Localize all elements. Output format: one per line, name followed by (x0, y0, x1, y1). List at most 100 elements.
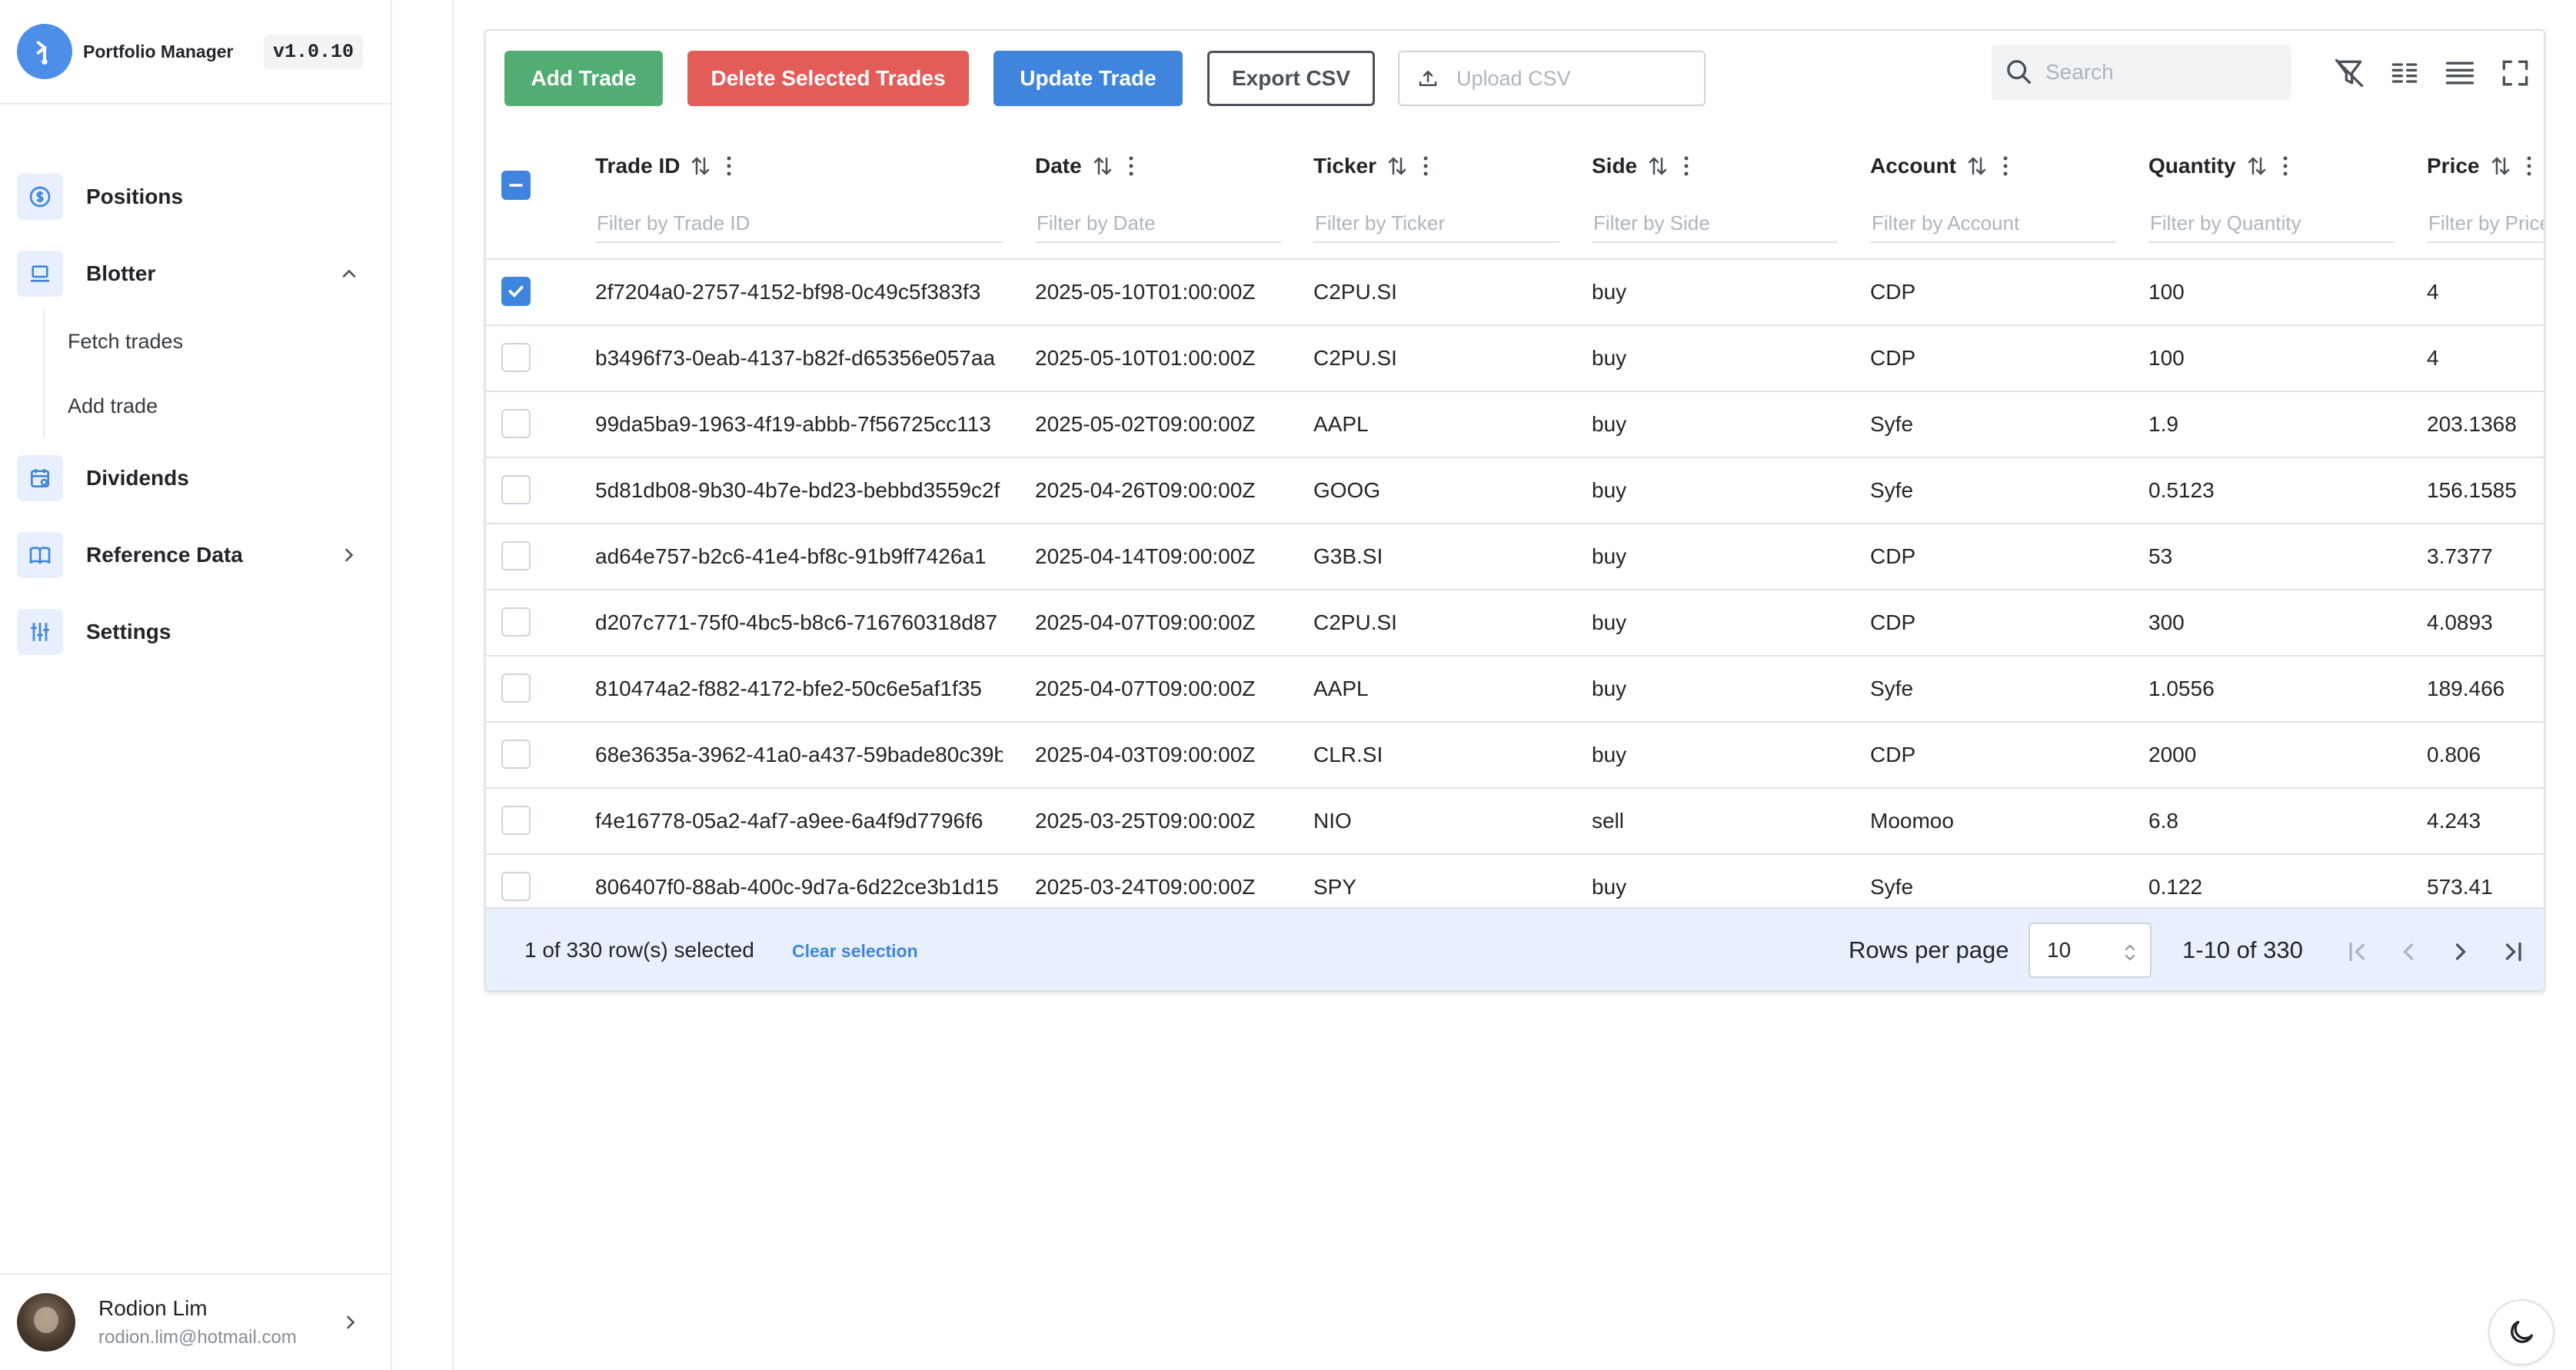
column-title: Quantity (2148, 154, 2236, 178)
chevron-up-down-icon (2125, 944, 2135, 961)
fullscreen-icon[interactable] (2496, 54, 2534, 92)
table-row[interactable]: ad64e757-b2c6-41e4-bf8c-91b9ff7426a1 2025… (486, 524, 2544, 590)
next-page-icon[interactable] (2442, 933, 2479, 970)
sort-icon[interactable] (1091, 155, 1114, 178)
sidebar-subitem-add-trade[interactable]: Add trade (68, 374, 391, 438)
sidebar-item-blotter[interactable]: Blotter (0, 243, 391, 304)
last-page-icon[interactable] (2494, 933, 2531, 970)
cell-date: 2025-05-10T01:00:00Z (1035, 346, 1256, 370)
column-title: Price (2427, 154, 2480, 178)
sort-icon[interactable] (2245, 155, 2268, 178)
filter-side-input[interactable]: Filter by Side (1592, 205, 1838, 243)
cell-account: CDP (1870, 743, 1916, 766)
chevron-up-icon[interactable] (338, 263, 360, 284)
cell-account: Syfe (1870, 478, 1914, 502)
cell-ticker: CLR.SI (1313, 743, 1383, 766)
filter-price-input[interactable]: Filter by Price (2427, 205, 2544, 243)
table-row[interactable]: 5d81db08-9b30-4b7e-bd23-bebbd3559c2f 2025… (486, 458, 2544, 524)
update-trade-button[interactable]: Update Trade (993, 51, 1183, 106)
cell-quantity: 6.8 (2148, 809, 2178, 833)
row-checkbox[interactable] (501, 541, 531, 570)
previous-page-icon[interactable] (2390, 933, 2427, 970)
table-row[interactable]: 68e3635a-3962-41a0-a437-59bade80c39b 2025… (486, 723, 2544, 789)
clear-filters-icon[interactable] (2330, 54, 2368, 92)
table-row[interactable]: 810474a2-f882-4172-bfe2-50c6e5af1f35 2025… (486, 657, 2544, 723)
table-row[interactable]: d207c771-75f0-4bc5-b8c6-716760318d87 2025… (486, 590, 2544, 657)
sidebar-item-reference-data[interactable]: Reference Data (0, 524, 391, 586)
row-checkbox[interactable] (501, 806, 531, 835)
table-row[interactable]: f4e16778-05a2-4af7-a9ee-6a4f9d7796f6 2025… (486, 789, 2544, 855)
clear-selection-button[interactable]: Clear selection (792, 941, 918, 962)
columns-icon[interactable] (2385, 54, 2424, 92)
column-menu-icon[interactable] (2526, 155, 2532, 178)
cell-side: buy (1592, 280, 1627, 304)
laptop-icon (17, 251, 63, 297)
selection-count: 1 of 330 row(s) selected (524, 938, 754, 962)
filter-quantity-input[interactable]: Filter by Quantity (2148, 205, 2395, 243)
sidebar-nav: Positions Blotter Fetch trades Add trade (0, 105, 391, 663)
sort-icon[interactable] (689, 155, 712, 178)
sidebar-item-label: Dividends (86, 466, 189, 490)
column-menu-icon[interactable] (2282, 155, 2288, 178)
cell-price: 3.7377 (2427, 544, 2493, 568)
app-logo-icon[interactable] (17, 24, 72, 79)
rows-per-page-select[interactable]: 10 (2029, 923, 2152, 978)
sidebar-item-positions[interactable]: Positions (0, 166, 391, 228)
add-trade-button[interactable]: Add Trade (504, 51, 663, 106)
cell-price: 156.1585 (2427, 478, 2517, 502)
density-icon[interactable] (2441, 54, 2479, 92)
column-menu-icon[interactable] (2002, 155, 2009, 178)
row-checkbox[interactable] (501, 343, 531, 372)
search-box[interactable] (1992, 45, 2291, 100)
filter-account-input[interactable]: Filter by Account (1870, 205, 2116, 243)
theme-toggle-button[interactable] (2488, 1299, 2554, 1365)
cell-ticker: C2PU.SI (1313, 280, 1397, 304)
first-page-icon[interactable] (2339, 933, 2376, 970)
upload-csv-input[interactable]: Upload CSV (1398, 51, 1706, 106)
delete-selected-trades-button[interactable]: Delete Selected Trades (687, 51, 969, 106)
row-checkbox[interactable] (501, 673, 531, 703)
row-checkbox[interactable] (501, 607, 531, 637)
cell-side: buy (1592, 544, 1627, 568)
app-name: Portfolio Manager (83, 41, 234, 62)
cell-trade-id: ad64e757-b2c6-41e4-bf8c-91b9ff7426a1 (595, 544, 987, 568)
sidebar-item-dividends[interactable]: Dividends (0, 447, 391, 509)
sort-icon[interactable] (1965, 155, 1989, 178)
table-row[interactable]: 99da5ba9-1963-4f19-abbb-7f56725cc113 2025… (486, 392, 2544, 458)
cell-price: 4 (2427, 280, 2439, 304)
filter-trade-id-input[interactable]: Filter by Trade ID (595, 205, 1003, 243)
sort-icon[interactable] (1386, 155, 1409, 178)
column-menu-icon[interactable] (1128, 155, 1134, 178)
row-checkbox[interactable] (501, 740, 531, 769)
chevron-right-icon[interactable] (338, 544, 360, 566)
table-row[interactable]: b3496f73-0eab-4137-b82f-d65356e057aa 2025… (486, 326, 2544, 392)
table-row[interactable]: 2f7204a0-2757-4152-bf98-0c49c5f383f3 2025… (486, 260, 2544, 326)
select-all-checkbox[interactable] (501, 171, 531, 200)
filter-ticker-input[interactable]: Filter by Ticker (1313, 205, 1559, 243)
sidebar-item-settings[interactable]: Settings (0, 601, 391, 663)
column-menu-icon[interactable] (1423, 155, 1429, 178)
cell-price: 203.1368 (2427, 412, 2517, 436)
row-checkbox[interactable] (501, 277, 531, 306)
sort-icon[interactable] (2489, 155, 2512, 178)
upload-csv-label: Upload CSV (1456, 66, 1571, 90)
row-checkbox[interactable] (501, 409, 531, 438)
book-icon (17, 532, 63, 578)
cell-quantity: 2000 (2148, 743, 2197, 766)
row-checkbox[interactable] (501, 475, 531, 504)
column-menu-icon[interactable] (726, 155, 732, 178)
avatar (17, 1293, 75, 1352)
moon-icon (2511, 1321, 2533, 1343)
export-csv-button[interactable]: Export CSV (1207, 51, 1375, 106)
sort-icon[interactable] (1646, 155, 1669, 178)
column-menu-icon[interactable] (1683, 155, 1689, 178)
user-profile[interactable]: Rodion Lim rodion.lim@hotmail.com (0, 1273, 392, 1370)
filter-date-input[interactable]: Filter by Date (1035, 205, 1281, 243)
search-input[interactable] (2045, 60, 2276, 85)
sidebar-subitem-fetch-trades[interactable]: Fetch trades (68, 309, 391, 374)
cell-side: buy (1592, 677, 1627, 700)
row-checkbox[interactable] (501, 872, 531, 901)
app-root: Portfolio Manager v1.0.10 Positions Blot… (0, 0, 2576, 1370)
chevron-right-icon[interactable] (340, 1312, 361, 1333)
column-title: Ticker (1313, 154, 1376, 178)
